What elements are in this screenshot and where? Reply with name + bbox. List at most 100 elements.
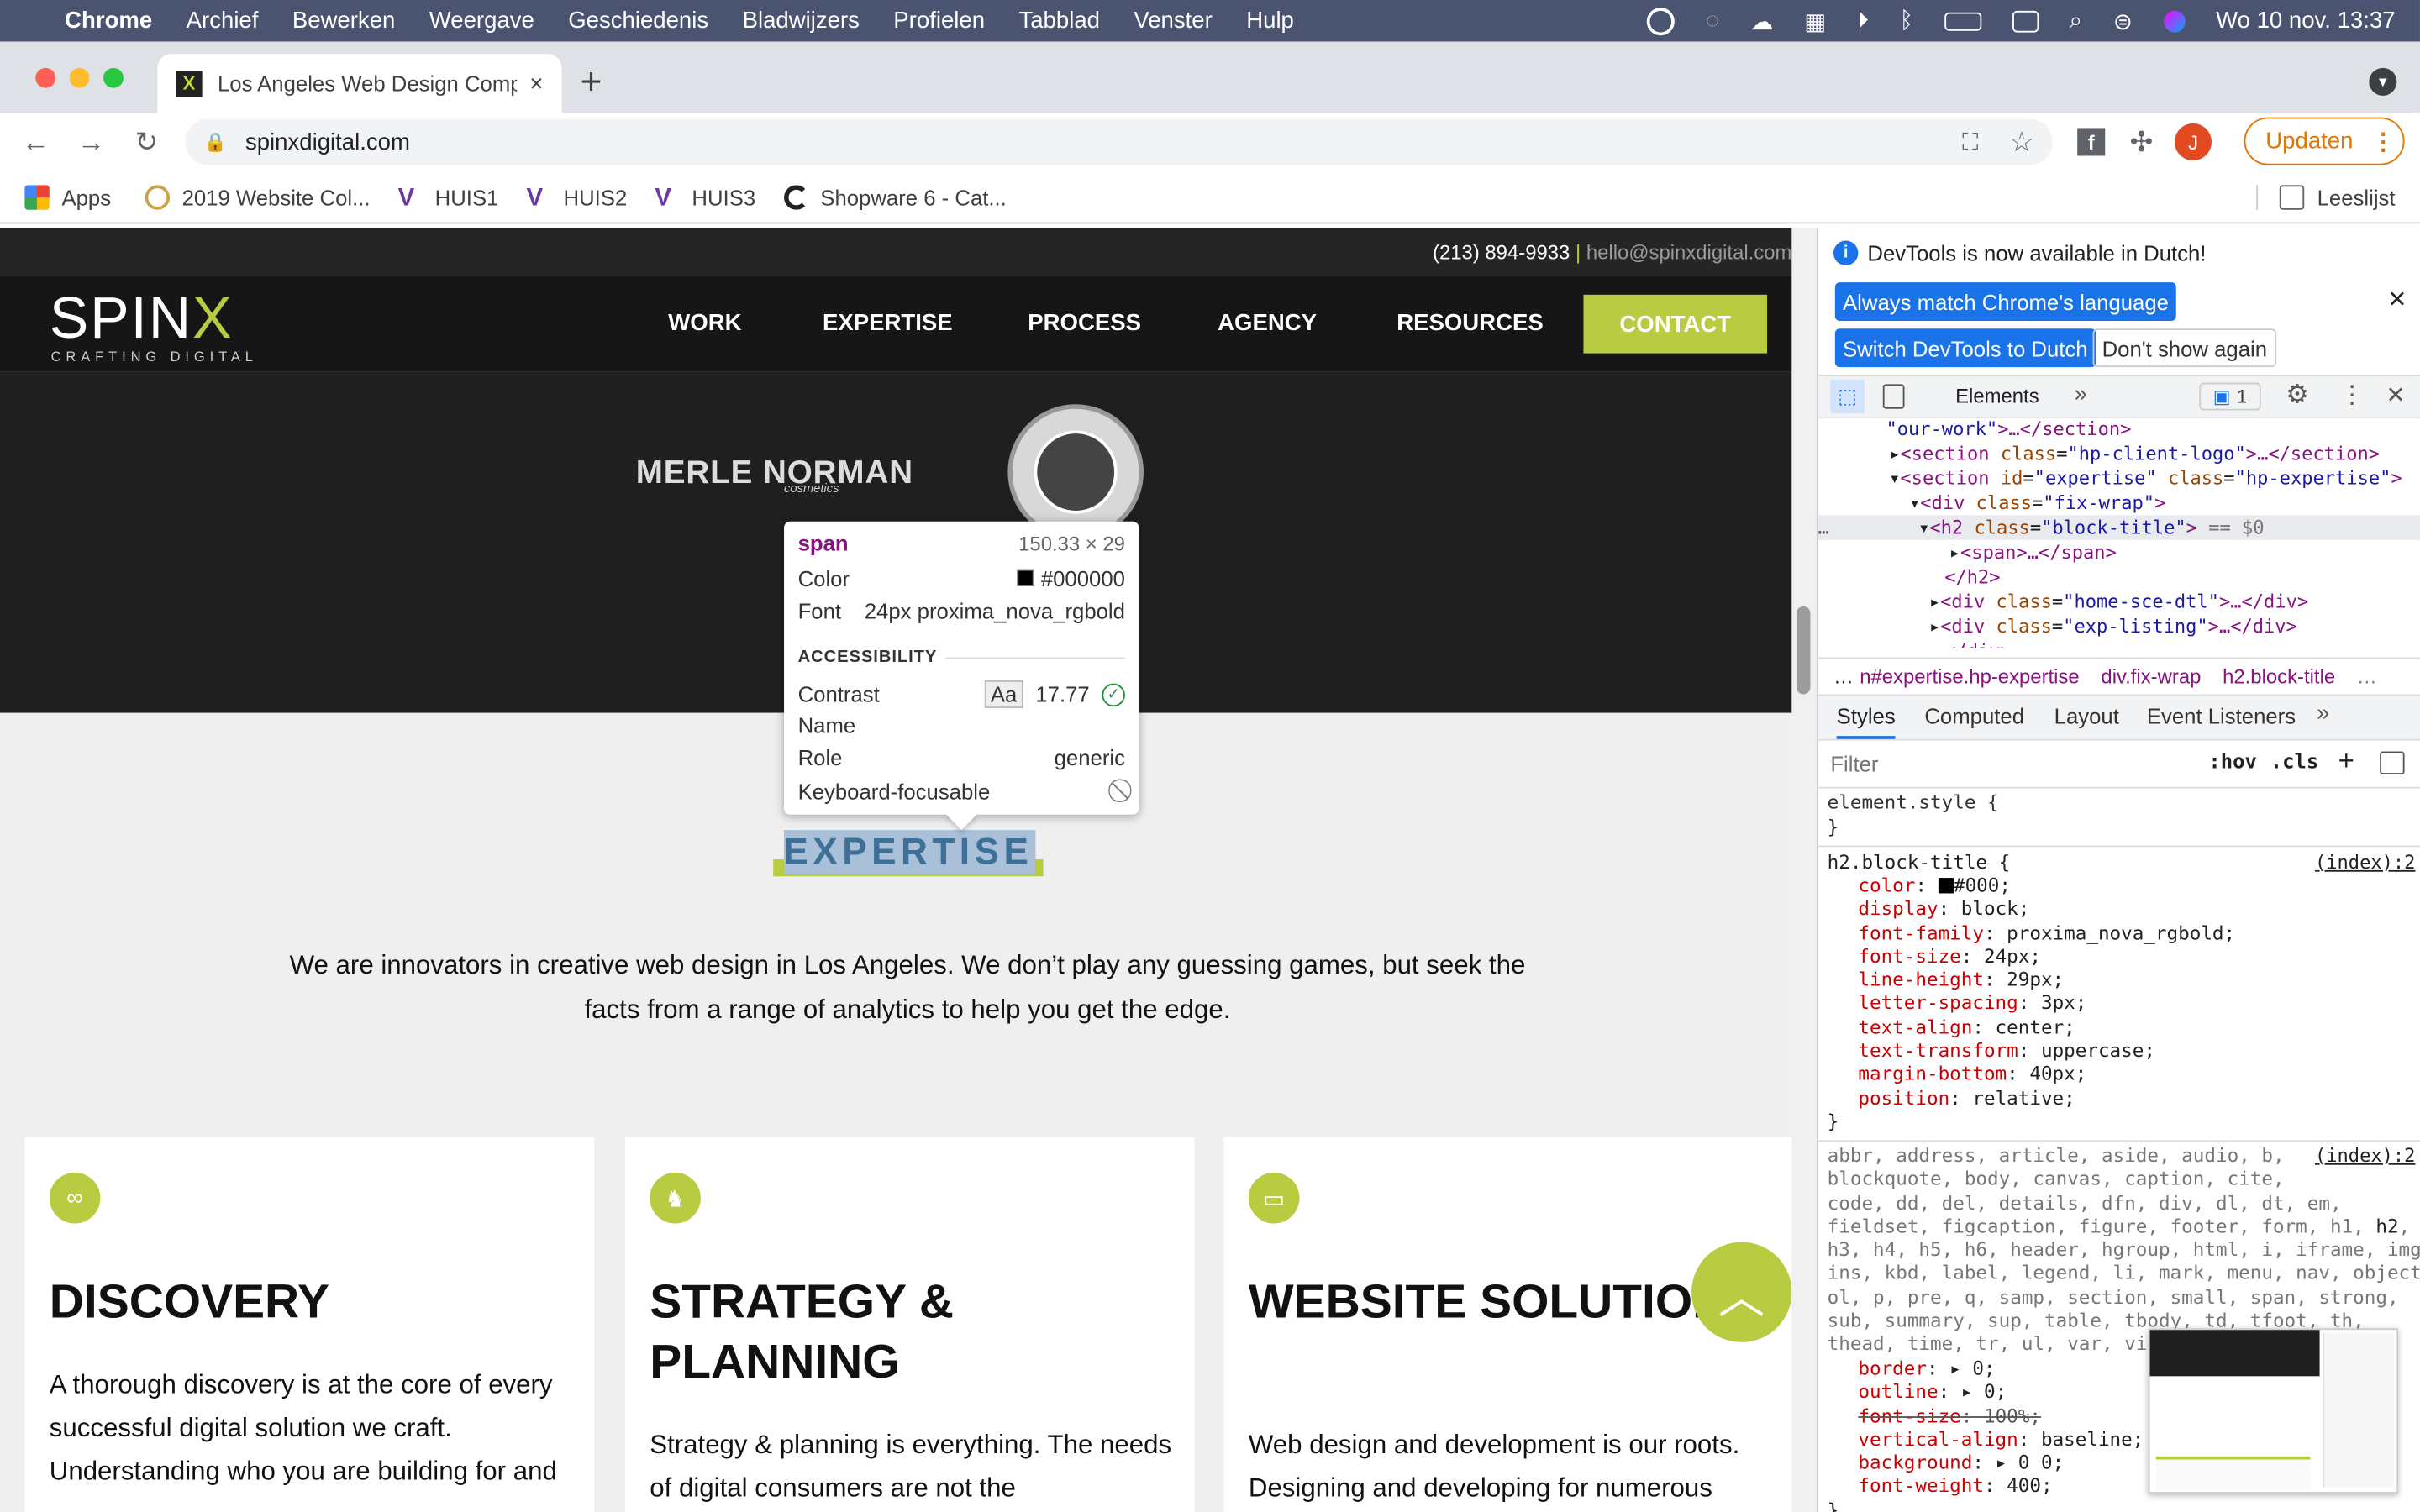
css-declarations[interactable]: color: #000; display: block; font-family… (1858, 874, 2235, 1110)
rule-selector[interactable]: h2.block-title { (1828, 852, 2011, 875)
always-match-language-button[interactable]: Always match Chrome's language (1834, 282, 2177, 322)
dom-node[interactable]: ▸<div class="home-sce-dtl">…</div> (1929, 590, 2308, 614)
new-rule-button[interactable]: + (2338, 745, 2354, 778)
dom-node[interactable]: </div> (1944, 638, 2012, 648)
breadcrumb-section[interactable]: n#expertise.hp-expertise (1860, 665, 2079, 689)
bookmark-shopware[interactable]: Shopware 6 - Cat... (783, 184, 1007, 209)
reload-icon[interactable]: ↻ (127, 122, 167, 162)
tab-layout[interactable]: Layout (2054, 704, 2119, 728)
reading-list[interactable]: Leeslijst (2257, 184, 2396, 209)
more-subtabs-icon[interactable]: » (2317, 701, 2329, 727)
screenshot-thumbnail[interactable] (2148, 1328, 2399, 1494)
breadcrumb-overflow[interactable]: … (2357, 665, 2377, 689)
translate-icon[interactable]: ⛶ (1962, 129, 1978, 155)
search-icon[interactable]: ⌕ (2070, 8, 2082, 34)
menu-archief[interactable]: Archief (187, 8, 259, 34)
menu-venster[interactable]: Venster (1134, 8, 1212, 34)
control-center-icon[interactable]: ⊜ (2113, 7, 2133, 34)
dom-node[interactable]: ▾<div class="fix-wrap"> (1909, 491, 2165, 515)
nav-process[interactable]: PROCESS (1028, 276, 1141, 372)
status-spinner-icon[interactable]: ◌ (1706, 8, 1719, 34)
siri-icon[interactable] (2163, 9, 2186, 32)
update-button[interactable]: Updaten ⋮ (2244, 117, 2405, 165)
battery-icon[interactable] (1944, 11, 1981, 30)
nav-expertise[interactable]: EXPERTISE (823, 276, 953, 372)
settings-gear-icon[interactable]: ⚙ (2286, 380, 2309, 411)
address-bar[interactable]: 🔒 spinxdigital.com ⛶ ☆ (185, 118, 2053, 165)
menu-app-name[interactable]: Chrome (65, 8, 152, 34)
dom-node[interactable]: ▸<span>…</span> (1949, 540, 2117, 564)
toggle-sidebar-icon[interactable] (2380, 751, 2405, 775)
window-zoom-button[interactable] (103, 67, 124, 88)
nav-agency[interactable]: AGENCY (1218, 276, 1317, 372)
bookmark-apps[interactable]: Apps (24, 184, 111, 209)
card-strategy[interactable]: ♞ STRATEGY & PLANNING Strategy & plannin… (624, 1137, 1195, 1512)
bookmark-star-icon[interactable]: ☆ (2009, 126, 2034, 159)
site-email[interactable]: hello@spinxdigital.com (1586, 241, 1792, 265)
notice-close-icon[interactable]: ✕ (2387, 286, 2407, 313)
nav-contact-button[interactable]: CONTACT (1583, 294, 1768, 354)
bookmark-huis1[interactable]: V HUIS1 (398, 184, 499, 210)
facebook-extension-icon[interactable]: f (2077, 128, 2106, 156)
breadcrumb-more[interactable]: … (1833, 665, 1854, 689)
play-icon[interactable]: ⏵ (1857, 8, 1869, 34)
breadcrumb-h2[interactable]: h2.block-title (2223, 665, 2335, 689)
tab-computed[interactable]: Computed (1924, 704, 2024, 728)
menu-bewerken[interactable]: Bewerken (292, 8, 396, 34)
menu-geschiedenis[interactable]: Geschiedenis (568, 8, 708, 34)
spinx-logo[interactable]: SPINX (50, 287, 234, 354)
nav-work[interactable]: WORK (668, 276, 741, 372)
grid-app-icon[interactable]: ▦ (1804, 7, 1826, 34)
dont-show-again-button[interactable]: Don't show again (2092, 328, 2277, 368)
menu-hulp[interactable]: Hulp (1246, 8, 1294, 34)
reset-declarations[interactable]: border: ▸ 0; outline: ▸ 0; font-size: 10… (1858, 1357, 2144, 1499)
tab-close-icon[interactable]: × (529, 71, 543, 97)
page-scrollbar[interactable] (1791, 228, 1817, 1512)
back-icon[interactable]: ← (15, 122, 55, 162)
lock-icon[interactable]: 🔒 (203, 131, 226, 153)
hover-state-toggle[interactable]: :hov (2208, 751, 2257, 774)
status-record-icon[interactable] (1647, 7, 1676, 35)
devtools-tab-elements[interactable]: Elements (1955, 384, 2039, 407)
bookmark-website-col[interactable]: 2019 Website Col... (145, 184, 371, 209)
reset-rule-selector[interactable]: abbr, address, article, aside, audio, b,… (1828, 1145, 2420, 1357)
menu-weergave[interactable]: Weergave (429, 8, 534, 34)
dom-node[interactable]: ▾<section id="expertise" class="hp-exper… (1889, 466, 2402, 491)
menu-bladwijzers[interactable]: Bladwijzers (743, 8, 860, 34)
breadcrumb-div[interactable]: div.fix-wrap (2101, 665, 2201, 689)
inspect-element-icon[interactable]: ⬚ (1830, 379, 1865, 414)
styles-filter-input[interactable] (1823, 746, 2191, 781)
window-close-button[interactable] (35, 67, 56, 88)
dom-node[interactable]: ▸<div class="exp-listing">…</div> (1929, 614, 2297, 638)
keyboard-icon[interactable] (2012, 9, 2039, 32)
cloud-icon[interactable]: ☁ (1750, 7, 1774, 34)
page-scrollbar-thumb[interactable] (1796, 606, 1811, 695)
profile-avatar[interactable]: J (2175, 123, 2212, 161)
dom-node[interactable]: </h2> (1944, 564, 2000, 589)
element-style-rule[interactable]: element.style { (1828, 791, 1999, 815)
bookmark-huis3[interactable]: V HUIS3 (655, 184, 755, 210)
issues-badge[interactable]: ▣ 1 (2199, 382, 2261, 411)
browser-tab-active[interactable]: X Los Angeles Web Design Comp × (157, 54, 562, 113)
dom-node-selected[interactable]: … ▾<h2 class="block-title"> == $0 (1818, 515, 2420, 540)
rule-source-link[interactable]: (index):2 (2315, 852, 2415, 874)
menu-tabblad[interactable]: Tabblad (1018, 8, 1100, 34)
more-tabs-icon[interactable]: » (2075, 381, 2087, 407)
menu-profielen[interactable]: Profielen (893, 8, 985, 34)
devtools-close-icon[interactable]: ✕ (2386, 381, 2406, 409)
site-phone[interactable]: (213) 894-9933 (1433, 241, 1570, 265)
nav-resources[interactable]: RESOURCES (1397, 276, 1544, 372)
new-tab-button[interactable]: + (581, 61, 602, 104)
dom-node[interactable]: ▸<section class="hp-client-logo">…</sect… (1889, 441, 2380, 465)
clock[interactable]: Wo 10 nov. 13:37 (2216, 8, 2395, 34)
switch-to-dutch-button[interactable]: Switch DevTools to Dutch (1834, 328, 2096, 368)
tab-search-icon[interactable]: ▼ (2369, 67, 2397, 96)
window-minimize-button[interactable] (69, 67, 90, 88)
forward-icon[interactable]: → (71, 122, 111, 162)
tab-event-listeners[interactable]: Event Listeners (2147, 704, 2296, 728)
bookmark-huis2[interactable]: V HUIS2 (526, 184, 627, 210)
dom-node[interactable]: "our-work">…</section> (1886, 417, 2131, 441)
device-toolbar-icon[interactable] (1882, 384, 1905, 409)
card-discovery[interactable]: ∞ DISCOVERY A thorough discovery is at t… (24, 1137, 595, 1512)
tab-styles[interactable]: Styles (1836, 704, 1896, 739)
